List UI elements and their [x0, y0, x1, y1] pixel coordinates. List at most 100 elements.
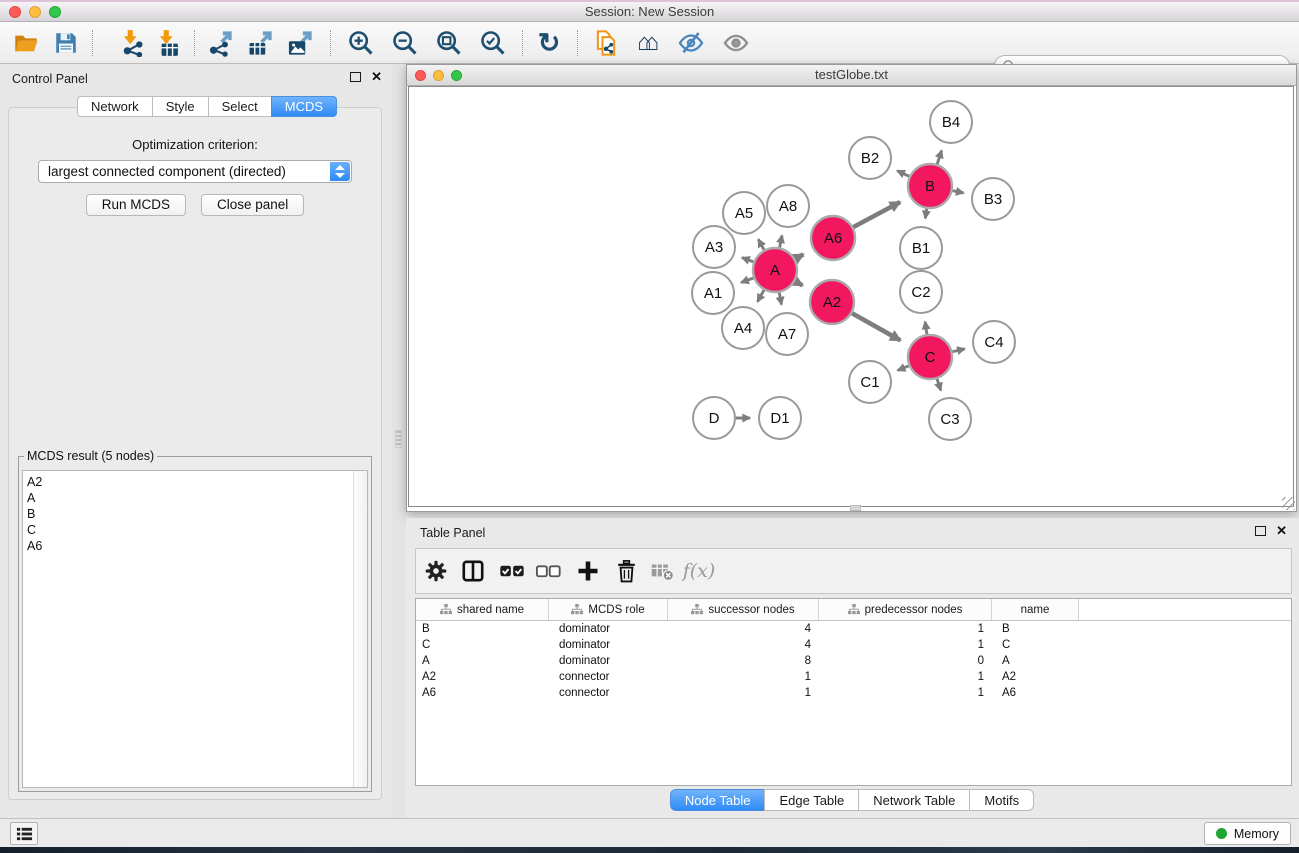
- run-mcds-button[interactable]: Run MCDS: [86, 194, 186, 216]
- cell-successor-nodes[interactable]: 4: [668, 637, 819, 653]
- cell-successor-nodes[interactable]: 8: [668, 653, 819, 669]
- tab-motifs[interactable]: Motifs: [969, 789, 1034, 811]
- graph-edge-A-A3[interactable]: [742, 258, 753, 262]
- window-resize-grip[interactable]: [1282, 497, 1295, 510]
- mcds-result-item[interactable]: A2: [23, 474, 367, 490]
- graph-edge-A-A4[interactable]: [757, 290, 763, 302]
- graph-edge-A2-C[interactable]: [852, 313, 900, 340]
- tab-network-table[interactable]: Network Table: [858, 789, 970, 811]
- cell-predecessor-nodes[interactable]: 1: [819, 637, 992, 653]
- tab-mcds[interactable]: MCDS: [271, 96, 337, 117]
- cell-shared-name[interactable]: A: [416, 653, 549, 669]
- network-canvas[interactable]: ABCA2A6A1A3A4A5A7A8B1B2B3B4C1C2C3C4DD1: [408, 86, 1294, 507]
- table-row[interactable]: Cdominator41C: [416, 637, 1291, 653]
- export-network-icon[interactable]: [202, 27, 238, 59]
- export-image-icon[interactable]: [282, 27, 318, 59]
- cell-predecessor-nodes[interactable]: 1: [819, 621, 992, 637]
- table-row[interactable]: Bdominator41B: [416, 621, 1291, 637]
- tab-node-table[interactable]: Node Table: [670, 789, 766, 811]
- select-all-checkboxes-icon[interactable]: [495, 555, 529, 587]
- float-table-panel-icon[interactable]: [1255, 526, 1266, 536]
- column-header-name[interactable]: name: [992, 599, 1079, 620]
- column-header-MCDS-role[interactable]: MCDS role: [549, 599, 668, 620]
- graph-edge-A-A1[interactable]: [741, 278, 753, 283]
- table-row[interactable]: A6connector11A6: [416, 685, 1291, 701]
- cell-successor-nodes[interactable]: 1: [668, 669, 819, 685]
- import-table-icon[interactable]: [150, 27, 186, 59]
- graph-edge-B-B2[interactable]: [897, 171, 909, 177]
- panel-divider[interactable]: [392, 64, 406, 818]
- cell-MCDS-role[interactable]: connector: [549, 685, 668, 701]
- close-panel-icon[interactable]: ✕: [371, 72, 382, 82]
- column-header-predecessor-nodes[interactable]: predecessor nodes: [819, 599, 992, 620]
- graph-edge-A-A6[interactable]: [795, 254, 803, 258]
- cell-name[interactable]: C: [992, 637, 1079, 653]
- tab-network[interactable]: Network: [77, 96, 153, 117]
- graph-edge-A-A7[interactable]: [779, 293, 781, 305]
- graph-edge-C-C4[interactable]: [952, 349, 964, 352]
- cell-MCDS-role[interactable]: dominator: [549, 637, 668, 653]
- close-network-icon[interactable]: [415, 70, 426, 81]
- cell-predecessor-nodes[interactable]: 1: [819, 669, 992, 685]
- tab-select[interactable]: Select: [208, 96, 272, 117]
- network-split-grip[interactable]: [850, 505, 861, 511]
- close-panel-button[interactable]: Close panel: [201, 194, 304, 216]
- birdseye-view-icon[interactable]: [718, 27, 754, 59]
- mcds-result-item[interactable]: A: [23, 490, 367, 506]
- mcds-result-item[interactable]: C: [23, 522, 367, 538]
- cell-shared-name[interactable]: C: [416, 637, 549, 653]
- save-session-icon[interactable]: [48, 27, 84, 59]
- minimize-window-icon[interactable]: [29, 6, 41, 18]
- tab-style[interactable]: Style: [152, 96, 209, 117]
- cell-name[interactable]: A: [992, 653, 1079, 669]
- column-header-shared-name[interactable]: shared name: [416, 599, 549, 620]
- cell-MCDS-role[interactable]: connector: [549, 669, 668, 685]
- memory-button[interactable]: Memory: [1204, 822, 1291, 845]
- cell-predecessor-nodes[interactable]: 1: [819, 685, 992, 701]
- minimize-network-icon[interactable]: [433, 70, 444, 81]
- mcds-result-item[interactable]: A6: [23, 538, 367, 554]
- graph-edge-C-C2[interactable]: [925, 322, 927, 335]
- hide-details-icon[interactable]: [673, 27, 709, 59]
- network-window-titlebar[interactable]: testGlobe.txt: [407, 65, 1296, 86]
- zoom-out-icon[interactable]: [387, 27, 423, 59]
- cell-MCDS-role[interactable]: dominator: [549, 621, 668, 637]
- function-builder-icon[interactable]: f(x): [682, 555, 716, 587]
- gear-icon[interactable]: [419, 555, 453, 587]
- cell-successor-nodes[interactable]: 4: [668, 621, 819, 637]
- cell-predecessor-nodes[interactable]: 0: [819, 653, 992, 669]
- close-window-icon[interactable]: [9, 6, 21, 18]
- mcds-result-item[interactable]: B: [23, 506, 367, 522]
- delete-table-icon[interactable]: [645, 555, 679, 587]
- home-view-icon[interactable]: ⌂⌂: [630, 27, 666, 59]
- graph-edge-A-A8[interactable]: [780, 235, 782, 247]
- column-header-successor-nodes[interactable]: successor nodes: [668, 599, 819, 620]
- graph-edge-B-B3[interactable]: [953, 191, 964, 193]
- result-list-scrollbar[interactable]: [353, 471, 367, 787]
- window-titlebar[interactable]: Session: New Session: [0, 0, 1299, 22]
- table-row[interactable]: Adominator80A: [416, 653, 1291, 669]
- close-table-panel-icon[interactable]: ✕: [1276, 526, 1287, 536]
- columns-icon[interactable]: [456, 555, 490, 587]
- graph-edge-B-B4[interactable]: [937, 151, 941, 165]
- graph-edge-A-A5[interactable]: [758, 239, 764, 249]
- zoom-network-icon[interactable]: [451, 70, 462, 81]
- trash-icon[interactable]: [609, 555, 643, 587]
- criterion-dropdown[interactable]: largest connected component (directed): [38, 160, 352, 183]
- divider-grip[interactable]: [395, 430, 402, 448]
- cell-name[interactable]: A2: [992, 669, 1079, 685]
- zoom-selected-icon[interactable]: [475, 27, 511, 59]
- cell-shared-name[interactable]: B: [416, 621, 549, 637]
- graph-edge-B-B1[interactable]: [925, 209, 926, 219]
- refresh-layout-icon[interactable]: ↻: [531, 27, 567, 59]
- zoom-window-icon[interactable]: [49, 6, 61, 18]
- deselect-all-checkboxes-icon[interactable]: [531, 555, 565, 587]
- graph-edge-A-A2[interactable]: [795, 281, 802, 285]
- table-row[interactable]: A2connector11A2: [416, 669, 1291, 685]
- task-history-button[interactable]: [10, 822, 38, 845]
- tab-edge-table[interactable]: Edge Table: [764, 789, 859, 811]
- float-panel-icon[interactable]: [350, 72, 361, 82]
- zoom-in-icon[interactable]: [343, 27, 379, 59]
- import-network-icon[interactable]: [114, 27, 150, 59]
- cell-shared-name[interactable]: A6: [416, 685, 549, 701]
